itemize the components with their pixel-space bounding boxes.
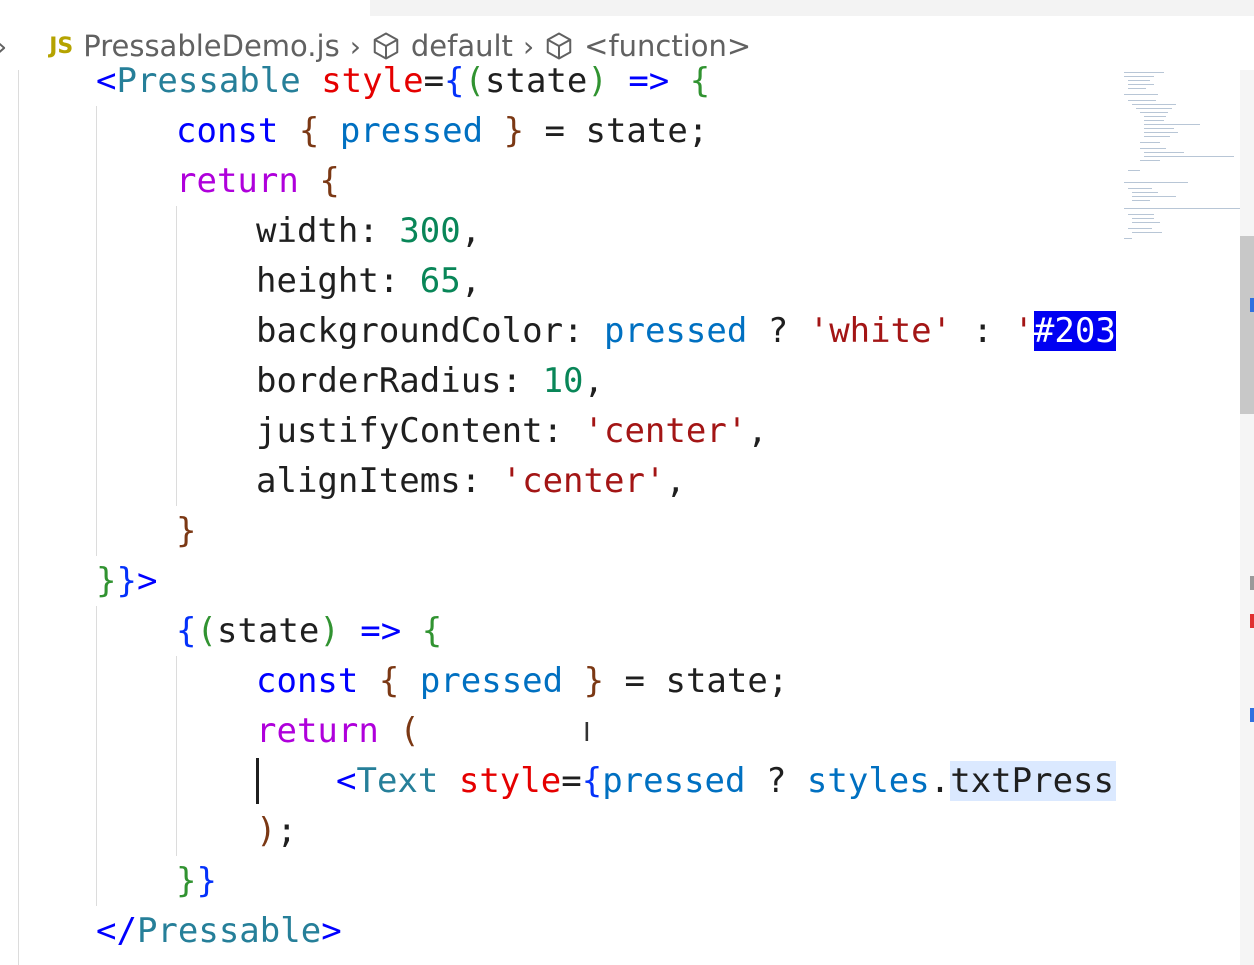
code-line: justifyContent: 'center',: [256, 411, 768, 451]
code-line: {(state) => {: [176, 611, 443, 651]
code-line: borderRadius: 10,: [256, 361, 605, 401]
code-line: }}: [176, 861, 217, 901]
code-line: }}>: [96, 561, 158, 601]
code-line: alignItems: 'center',: [256, 461, 686, 501]
indent-guide: [18, 70, 19, 965]
code-line: <Pressable style={(state) => {: [96, 61, 711, 101]
code-line: width: 300,: [256, 211, 482, 251]
code-line: const { pressed } = state;: [256, 661, 789, 701]
code-editor[interactable]: <Pressable style={(state) => { const { p…: [0, 56, 1116, 965]
code-line: <Text style={pressed ? styles.txtPresse: [336, 756, 1116, 806]
indent-guide: [176, 656, 177, 856]
code-line: return (: [256, 711, 420, 751]
vertical-scrollbar-thumb[interactable]: [1240, 236, 1254, 414]
mouse-ibeam-cursor-icon: I: [583, 718, 591, 748]
minimap[interactable]: [1116, 70, 1244, 250]
scrollbar-marker: [1250, 708, 1254, 722]
indent-guide: [96, 106, 97, 556]
js-file-icon: JS: [49, 33, 74, 59]
scrollbar-marker: [1250, 614, 1254, 628]
indent-guide: [96, 606, 97, 906]
title-bar-strip: [370, 0, 1254, 16]
vertical-scrollbar-track[interactable]: [1240, 70, 1254, 965]
code-line: return {: [176, 161, 340, 201]
code-line: </Pressable>: [96, 911, 342, 951]
code-line: }: [176, 511, 197, 551]
code-line: );: [256, 811, 297, 851]
scrollbar-marker: [1250, 576, 1254, 590]
code-line: height: 65,: [256, 261, 482, 301]
selected-text: #2030: [1033, 311, 1116, 351]
scrollbar-marker: [1250, 298, 1254, 312]
code-line: const { pressed } = state;: [176, 111, 709, 151]
text-cursor: [256, 758, 259, 804]
code-line: backgroundColor: pressed ? 'white' : '#2…: [256, 306, 1116, 356]
indent-guide: [176, 206, 177, 506]
